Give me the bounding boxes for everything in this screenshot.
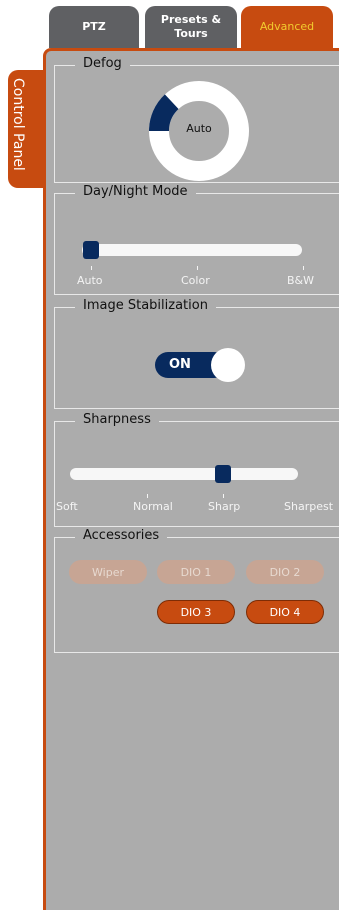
- stabilization-title: Image Stabilization: [75, 298, 216, 313]
- day-night-slider-track[interactable]: [82, 244, 302, 256]
- sharpness-tick-normal: [147, 494, 148, 498]
- wiper-button-label: Wiper: [92, 565, 124, 579]
- dio2-button-label: DIO 2: [269, 565, 301, 579]
- defog-title: Defog: [75, 56, 130, 71]
- tab-advanced[interactable]: Advanced: [241, 6, 333, 48]
- day-night-title: Day/Night Mode: [75, 184, 196, 199]
- defog-section: Defog Auto: [54, 56, 339, 183]
- accessories-section: Accessories Wiper DIO 1 DIO 2 DIO 3 DIO …: [54, 528, 339, 653]
- control-panel-tab[interactable]: Control Panel: [8, 70, 44, 188]
- sharpness-tick-sharp: [223, 494, 224, 498]
- sharpness-label-normal: Normal: [133, 500, 173, 513]
- day-night-slider-thumb[interactable]: [83, 241, 99, 259]
- sharpness-label-soft: Soft: [56, 500, 78, 513]
- advanced-panel: Defog Auto Day/Night Mode Auto Color B&W…: [43, 48, 339, 910]
- stabilization-toggle[interactable]: ON: [155, 348, 245, 382]
- tab-presets-label-line2: Tours: [174, 27, 208, 40]
- tab-advanced-label: Advanced: [259, 20, 315, 33]
- defog-center-label: Auto: [186, 122, 212, 135]
- dio1-button[interactable]: DIO 1: [157, 560, 235, 584]
- day-night-tick-color: [197, 266, 198, 270]
- stabilization-toggle-label: ON: [169, 357, 191, 372]
- dio3-button[interactable]: DIO 3: [157, 600, 235, 624]
- dio4-button-label: DIO 4: [269, 605, 301, 619]
- day-night-tick-bw: [303, 266, 304, 270]
- sharpness-label-sharp: Sharp: [208, 500, 241, 513]
- sharpness-section: Sharpness Soft Normal Sharp Sharpest: [54, 412, 339, 527]
- sharpness-slider-track[interactable]: [70, 468, 298, 480]
- tab-presets-tours[interactable]: Presets & Tours: [145, 6, 237, 48]
- stabilization-section: Image Stabilization ON: [54, 298, 339, 409]
- dio3-button-label: DIO 3: [180, 605, 212, 619]
- dio4-button[interactable]: DIO 4: [246, 600, 324, 624]
- tab-ptz-label: PTZ: [82, 20, 106, 33]
- control-panel-tab-label: Control Panel: [10, 78, 26, 171]
- day-night-label-auto: Auto: [77, 274, 103, 287]
- accessories-title: Accessories: [75, 528, 168, 543]
- day-night-section: Day/Night Mode Auto Color B&W: [54, 184, 339, 295]
- sharpness-slider-thumb[interactable]: [215, 465, 231, 483]
- day-night-label-color: Color: [181, 274, 210, 287]
- sharpness-label-sharpest: Sharpest: [284, 500, 334, 513]
- stabilization-toggle-knob: [211, 348, 245, 382]
- tab-ptz[interactable]: PTZ: [49, 6, 139, 48]
- day-night-label-bw: B&W: [287, 274, 315, 287]
- wiper-button[interactable]: Wiper: [69, 560, 147, 584]
- sharpness-title: Sharpness: [75, 412, 159, 427]
- tab-presets-label-line1: Presets &: [160, 13, 222, 26]
- dio1-button-label: DIO 1: [180, 565, 212, 579]
- dio2-button[interactable]: DIO 2: [246, 560, 324, 584]
- day-night-tick-auto: [91, 266, 92, 270]
